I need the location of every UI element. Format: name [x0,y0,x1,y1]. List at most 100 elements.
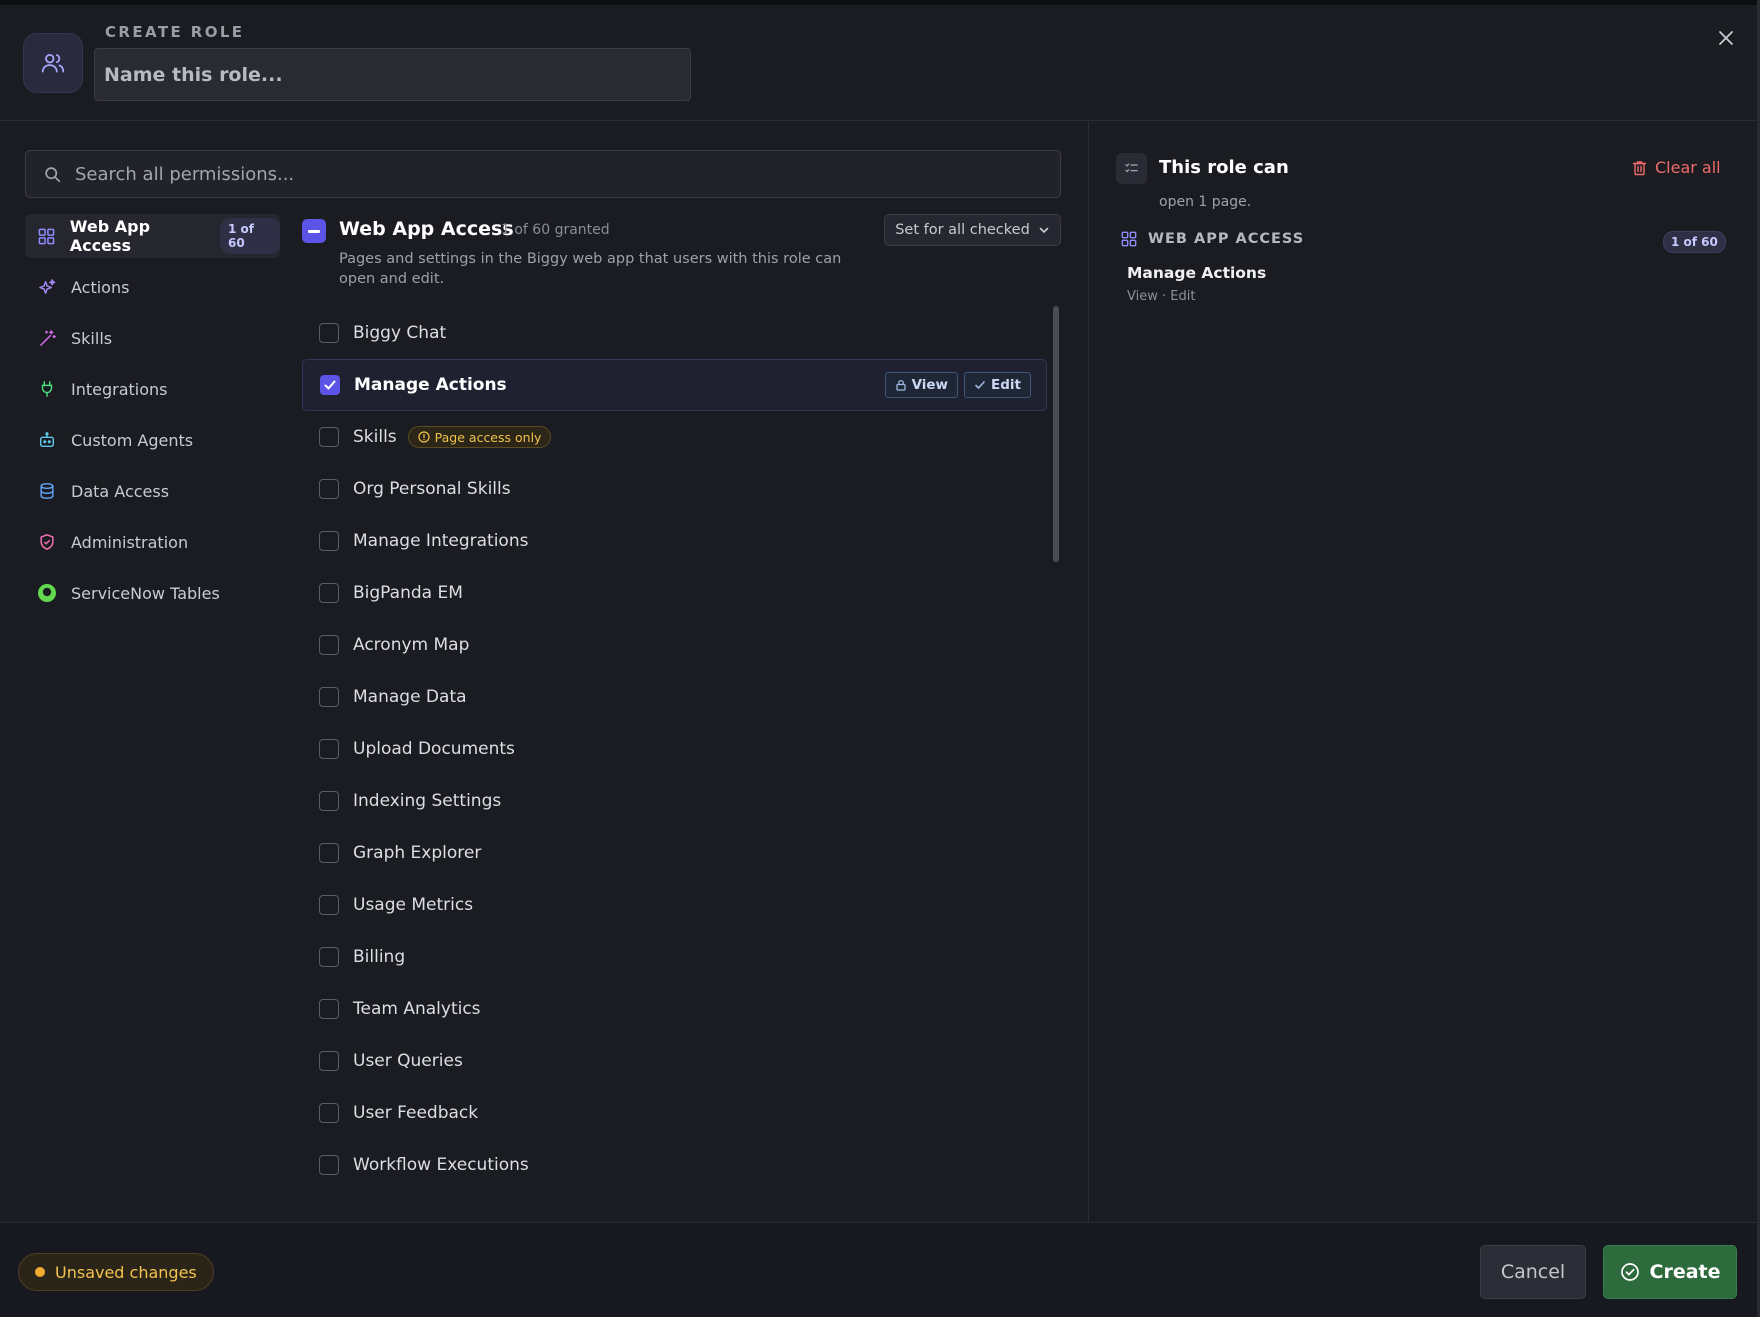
permission-checkbox[interactable] [319,1051,339,1071]
permission-label: Upload Documents [353,739,515,759]
create-label: Create [1649,1261,1721,1283]
permission-checkbox[interactable] [319,739,339,759]
permission-checkbox[interactable] [319,635,339,655]
permission-row[interactable]: BigPanda EM [302,567,1047,619]
role-name-input[interactable] [94,48,691,101]
modal-header: CREATE ROLE [0,5,1757,121]
permission-row[interactable]: Manage Actions View Edit [302,359,1047,411]
permission-checkbox[interactable] [319,843,339,863]
plug-icon [37,379,57,399]
cancel-label: Cancel [1500,1261,1566,1283]
grid-icon [1121,231,1137,247]
servicenow-logo-icon [37,583,57,603]
nav-item-data-access[interactable]: Data Access [25,469,280,513]
checklist-icon [1116,153,1147,184]
nav-item-administration[interactable]: Administration [25,520,280,564]
permission-row[interactable]: Usage Metrics [302,879,1047,931]
permission-row[interactable]: Acronym Map [302,619,1047,671]
summary-title: This role can [1159,157,1289,178]
nav-label: Data Access [71,481,170,501]
permission-checkbox[interactable] [319,427,339,447]
nav-label: Custom Agents [71,430,194,450]
permission-label: Manage Data [353,687,467,707]
permission-label: Skills [353,427,397,447]
sparkles-icon [37,277,57,297]
permission-label: Acronym Map [353,635,470,655]
permission-checkbox[interactable] [319,1103,339,1123]
permission-row[interactable]: Manage Integrations [302,515,1047,567]
close-button[interactable] [1713,25,1739,51]
permission-label: Manage Integrations [353,531,529,551]
clear-all-button[interactable]: Clear all [1632,158,1721,177]
nav-label: ServiceNow Tables [71,583,220,603]
status-dot-icon [35,1267,45,1277]
view-label: View [911,377,949,393]
nav-label: Actions [71,277,130,297]
edit-toggle-button[interactable]: Edit [964,372,1031,398]
trash-icon [1632,160,1647,176]
permission-checkbox[interactable] [319,323,339,343]
set-for-all-checked-dropdown[interactable]: Set for all checked [884,214,1061,246]
select-all-indeterminate-checkbox[interactable] [302,219,326,243]
search-input[interactable] [75,163,1060,185]
permission-label: User Queries [353,1051,463,1071]
section-granted-count: 1 of 60 granted [501,222,610,238]
nav-item-servicenow-tables[interactable]: ServiceNow Tables [25,571,280,615]
permission-checkbox[interactable] [319,687,339,707]
nav-item-web-app-access[interactable]: Web App Access 1 of 60 [25,214,281,258]
tag-label: Page access only [434,429,542,445]
cancel-button[interactable]: Cancel [1480,1245,1586,1299]
permission-checkbox[interactable] [319,895,339,915]
nav-label: Integrations [71,379,168,399]
access-level-toggles: View Edit [884,372,1031,398]
permission-checkbox[interactable] [320,375,340,395]
permission-checkbox[interactable] [319,583,339,603]
permission-row[interactable]: User Feedback [302,1087,1047,1139]
nav-item-integrations[interactable]: Integrations [25,367,280,411]
summary-item-rights: View · Edit [1127,289,1196,304]
permission-checkbox[interactable] [319,531,339,551]
permission-list-scrollbar[interactable] [1053,306,1059,562]
section-description: Pages and settings in the Biggy web app … [339,251,842,287]
search-icon [41,163,63,185]
nav-label: Skills [71,328,113,348]
close-icon [1718,30,1734,46]
permission-row[interactable]: Biggy Chat [302,307,1047,359]
permission-row[interactable]: Manage Data [302,671,1047,723]
summary-subtitle: open 1 page. [1159,194,1252,210]
permission-row[interactable]: Org Personal Skills [302,463,1047,515]
permission-row[interactable]: Billing [302,931,1047,983]
modal-footer: Unsaved changes Cancel Create [0,1222,1757,1317]
lock-icon [895,379,907,391]
nav-item-actions[interactable]: Actions [25,265,280,309]
permission-row[interactable]: User Queries [302,1035,1047,1087]
summary-group-title: WEB APP ACCESS [1148,231,1305,247]
permission-row[interactable]: Workflow Executions [302,1139,1047,1191]
create-button[interactable]: Create [1603,1245,1737,1299]
permission-list: Biggy Chat Manage Actions View Edit Skil… [302,307,1047,1191]
nav-item-skills[interactable]: Skills [25,316,280,360]
panel-divider [1088,122,1089,1222]
nav-item-custom-agents[interactable]: Custom Agents [25,418,280,462]
permission-label: Org Personal Skills [353,479,511,499]
permission-row[interactable]: Team Analytics [302,983,1047,1035]
permission-checkbox[interactable] [319,947,339,967]
permission-checkbox[interactable] [319,479,339,499]
permission-checkbox[interactable] [319,999,339,1019]
nav-label: Administration [71,532,189,552]
permission-row[interactable]: Upload Documents [302,723,1047,775]
magic-wand-icon [37,328,57,348]
permission-label: Usage Metrics [353,895,474,915]
database-icon [37,481,57,501]
permission-label: Team Analytics [353,999,481,1019]
permission-row[interactable]: Indexing Settings [302,775,1047,827]
permission-row[interactable]: Graph Explorer [302,827,1047,879]
view-toggle-button[interactable]: View [884,372,959,398]
permission-row[interactable]: Skills Page access only [302,411,1047,463]
set-all-label: Set for all checked [895,222,1030,238]
summary-item-name: Manage Actions [1127,264,1267,282]
grid-icon [37,226,56,246]
users-icon [23,33,83,93]
permission-checkbox[interactable] [319,791,339,811]
permission-checkbox[interactable] [319,1155,339,1175]
